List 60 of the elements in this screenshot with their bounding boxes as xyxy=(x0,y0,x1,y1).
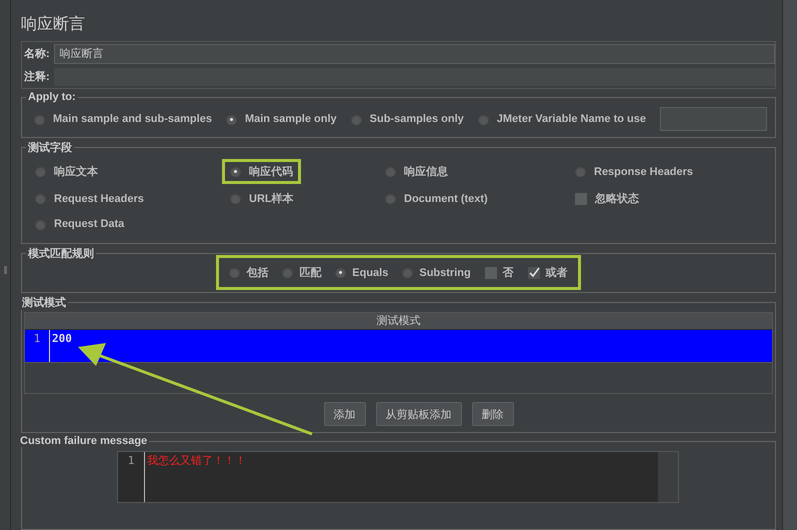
message-text: 我怎么又错了！！！ xyxy=(146,454,246,468)
option-label: Document (text) xyxy=(404,192,488,204)
option-label: Response Headers xyxy=(594,166,694,178)
checkbox[interactable] xyxy=(484,266,497,278)
option-label: 否 xyxy=(502,266,514,280)
line-number: 1 xyxy=(118,452,145,502)
column-header[interactable]: 测试模式 xyxy=(25,313,772,330)
comment-field[interactable] xyxy=(54,68,775,86)
radio-icon[interactable] xyxy=(335,267,346,278)
radio-icon[interactable] xyxy=(35,218,46,230)
option-label: Request Headers xyxy=(54,192,144,204)
radio-icon[interactable] xyxy=(34,114,45,124)
option-label: Request Data xyxy=(54,218,124,230)
radio-option[interactable]: Main sample only xyxy=(226,113,337,125)
radio-icon[interactable] xyxy=(282,267,294,278)
radio-icon[interactable] xyxy=(575,166,586,177)
radio-icon[interactable] xyxy=(402,267,414,278)
section-legend: Apply to: xyxy=(26,91,78,103)
section-legend: Custom failure message xyxy=(18,435,150,447)
radio-icon[interactable] xyxy=(35,166,46,177)
radio-icon[interactable] xyxy=(229,267,240,278)
radio-icon[interactable] xyxy=(350,114,362,124)
option-label: 响应文本 xyxy=(54,164,98,179)
checkbox[interactable] xyxy=(575,192,587,204)
section-legend: 模式匹配规则 xyxy=(26,246,96,261)
message-editor[interactable]: 1 我怎么又错了！！！ xyxy=(117,451,679,503)
action-button[interactable]: 从剪贴板添加 xyxy=(376,402,462,426)
option-label: Main sample only xyxy=(244,113,337,125)
option-label: 包括 xyxy=(246,266,268,280)
name-field[interactable]: 响应断言 xyxy=(54,44,775,64)
checkbox[interactable] xyxy=(528,266,540,278)
radio-icon[interactable] xyxy=(385,166,396,177)
table-cell[interactable]: 200 xyxy=(50,330,72,345)
radio-icon[interactable] xyxy=(230,166,241,177)
radio-icon[interactable] xyxy=(385,193,396,204)
action-button[interactable]: 删除 xyxy=(472,402,514,426)
option-label: Equals xyxy=(352,266,388,278)
option-label: 响应代码 xyxy=(249,164,293,179)
section-legend: 测试模式 xyxy=(20,295,68,310)
panel-title: 响应断言 xyxy=(21,14,85,35)
variable-name-field[interactable] xyxy=(660,107,767,131)
radio-icon[interactable] xyxy=(478,114,489,124)
radio-icon[interactable] xyxy=(230,193,241,204)
name-label: 名称: xyxy=(24,46,50,61)
option-label: URL样本 xyxy=(249,192,294,206)
option-label: 或者 xyxy=(546,266,568,280)
option-label: 响应信息 xyxy=(404,164,448,179)
radio-option[interactable]: Sub-samples only xyxy=(350,113,464,125)
comment-label: 注释: xyxy=(24,70,50,84)
option-label: 忽略状态 xyxy=(595,192,639,206)
splitter-handle-icon[interactable] xyxy=(4,266,6,274)
table-row[interactable]: 1 200 xyxy=(25,330,772,362)
section-legend: 测试字段 xyxy=(26,140,74,155)
option-label: Substring xyxy=(419,266,471,278)
radio-icon[interactable] xyxy=(35,193,46,204)
option-label: 匹配 xyxy=(299,266,322,280)
action-button[interactable]: 添加 xyxy=(324,402,366,426)
option-label: Sub-samples only xyxy=(370,113,464,125)
line-number: 1 xyxy=(25,330,50,362)
radio-icon[interactable] xyxy=(226,114,237,124)
